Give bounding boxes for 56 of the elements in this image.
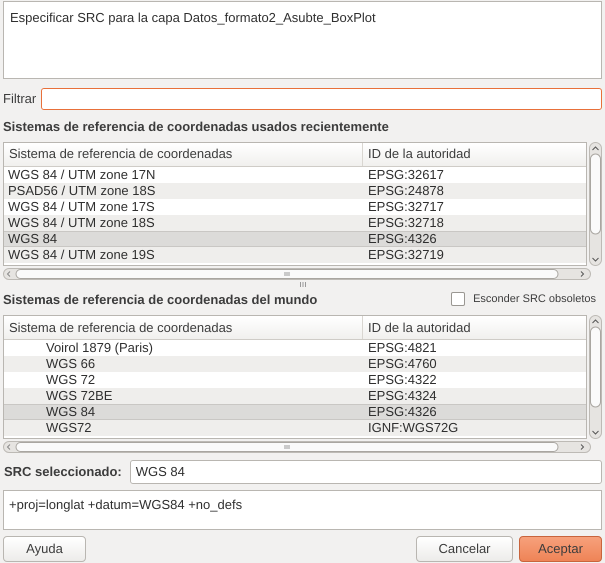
- section-heading: Sistemas de referencia de coordenadas del mundo: [3, 290, 318, 308]
- checkbox-label: Esconder SRC obsoletos: [473, 292, 596, 307]
- table-cell-text: WGS 84: [45, 403, 96, 422]
- section-heading: Sistemas de referencia de coordenadas usados recientemente: [3, 118, 390, 136]
- table-cell-text: WGS 84 / UTM zone 18S: [7, 214, 156, 232]
- table-cell-text: WGS 84 / UTM zone 17N: [7, 166, 156, 184]
- table-cell-text: EPSG:4322: [367, 371, 438, 390]
- vertical-scrollbar[interactable]: [589, 315, 602, 439]
- table-cell-text: EPSG:24878: [367, 182, 445, 200]
- table-cell-text: EPSG:4760: [367, 355, 438, 374]
- table-cell-text: EPSG:4821: [367, 339, 438, 358]
- table-cell-text: EPSG:4326: [367, 403, 438, 422]
- horizontal-scrollbar[interactable]: [3, 268, 591, 280]
- horizontal-scrollbar[interactable]: [3, 441, 591, 453]
- column-header[interactable]: Sistema de referencia de coordenadas: [4, 316, 363, 339]
- dialog-button[interactable]: Ayuda: [3, 536, 86, 562]
- table-cell-text: PSAD56 / UTM zone 18S: [7, 182, 156, 200]
- vertical-scrollbar[interactable]: [589, 142, 602, 266]
- table-row[interactable]: PSAD56 / UTM zone 18S EPSG:24878: [4, 182, 586, 198]
- table-row[interactable]: WGS 66 EPSG:4760: [4, 356, 586, 372]
- proj-definition-box: +proj=longlat +datum=WGS84 +no_defs: [3, 490, 602, 530]
- table-cell-text: WGS 72BE: [45, 387, 114, 406]
- table-cell-text: WGS 84 / UTM zone 17S: [7, 198, 156, 216]
- table-row[interactable]: WGS 84 / UTM zone 17S EPSG:32717: [4, 198, 586, 214]
- table-row[interactable]: WGS 84 / UTM zone 17N EPSG:32617: [4, 166, 586, 182]
- table-row[interactable]: WGS 84 EPSG:4326: [4, 404, 586, 420]
- filter-field[interactable]: [41, 88, 602, 110]
- table-cell-text: Voirol 1879 (Paris): [45, 339, 154, 358]
- column-header[interactable]: ID de la autoridad: [363, 316, 586, 339]
- table-cell-text: EPSG:32719: [367, 246, 445, 264]
- column-header[interactable]: ID de la autoridad: [363, 142, 586, 166]
- table-cell-text: EPSG:4326: [367, 230, 438, 248]
- table-row[interactable]: WGS 84 EPSG:4326: [4, 230, 586, 246]
- checkbox[interactable]: [451, 292, 466, 306]
- table-cell-text: WGS 84 / UTM zone 19S: [7, 246, 156, 264]
- splitter-handle[interactable]: [298, 282, 306, 286]
- table-cell-text: EPSG:32617: [367, 166, 445, 184]
- selected-crs-label: SRC seleccionado:: [3, 463, 122, 482]
- table-cell-text: WGS 66: [45, 355, 96, 374]
- table-row[interactable]: WGS 84 / UTM zone 19S EPSG:32719: [4, 246, 586, 262]
- table-cell-text: EPSG:4324: [367, 387, 438, 406]
- column-header[interactable]: Sistema de referencia de coordenadas: [4, 142, 363, 166]
- table-row[interactable]: WGS 84 / UTM zone 18S EPSG:32718: [4, 214, 586, 230]
- table-row[interactable]: WGS 72BE EPSG:4324: [4, 388, 586, 404]
- table-cell-text: WGS 84: [7, 230, 58, 248]
- description-box: Especificar SRC para la capa Datos_formato2_Asubte_BoxPlot: [3, 1, 602, 79]
- dialog-button[interactable]: Aceptar: [519, 536, 602, 562]
- table-cell-text: EPSG:32718: [367, 214, 445, 232]
- table-cell-text: WGS72: [45, 419, 93, 438]
- filter-label: Filtrar: [3, 90, 36, 108]
- table-cell-text: IGNF:WGS72G: [367, 419, 460, 438]
- table-cell-text: EPSG:32717: [367, 198, 445, 216]
- table-row[interactable]: WGS72 IGNF:WGS72G: [4, 420, 586, 436]
- selected-crs-field[interactable]: WGS 84: [130, 460, 602, 484]
- dialog-button[interactable]: Cancelar: [416, 536, 513, 562]
- table-cell-text: WGS 72: [45, 371, 96, 390]
